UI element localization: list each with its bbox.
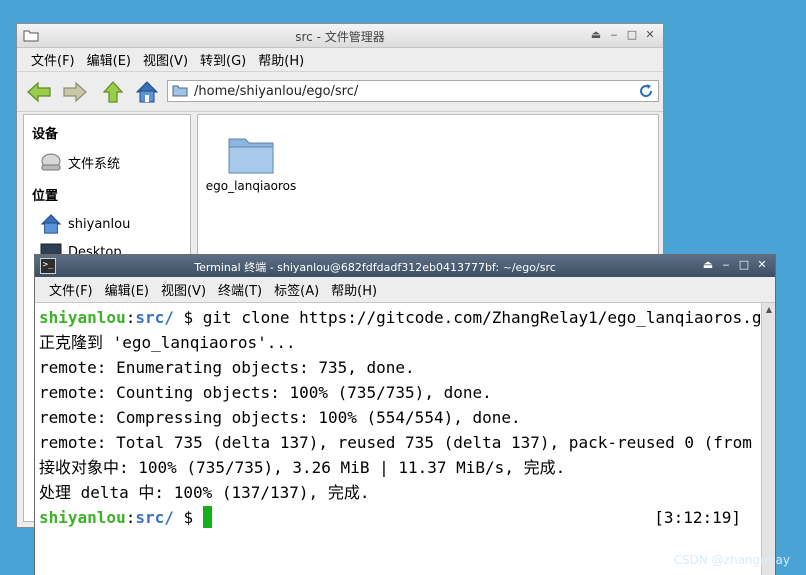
prompt-user: shiyanlou (39, 508, 126, 527)
prompt-separator: : (125, 508, 136, 527)
prompt-clock: [3:12:19] (654, 508, 741, 527)
command-text: git clone https://gitcode.com/ZhangRelay… (202, 308, 761, 327)
menu-help[interactable]: 帮助(H) (252, 50, 310, 69)
menu-terminal[interactable]: 终端(T) (212, 280, 268, 299)
prompt-user: shiyanlou (39, 308, 126, 327)
close-button[interactable]: ✕ (643, 27, 657, 43)
minimize-button[interactable]: ‒ (607, 27, 621, 43)
home-icon (40, 214, 62, 234)
maximize-button[interactable]: □ (737, 257, 751, 273)
forward-button[interactable] (61, 78, 89, 106)
address-path[interactable]: /home/shiyanlou/ego/src/ (194, 84, 358, 99)
menu-file[interactable]: 文件(F) (43, 280, 99, 299)
folder-icon (172, 85, 188, 97)
file-item[interactable]: ego_lanqiaoros (206, 133, 296, 193)
scroll-up-icon[interactable]: ▲ (762, 303, 776, 317)
terminal-cursor (202, 506, 212, 528)
up-arrow-icon (102, 81, 124, 103)
prompt-separator: : (125, 308, 136, 327)
file-item-label: ego_lanqiaoros (205, 179, 297, 193)
sidebar-heading-devices: 设备 (32, 127, 59, 142)
menu-view[interactable]: 视图(V) (155, 280, 212, 299)
folder-icon (228, 138, 274, 174)
current-prompt-line: shiyanlou:src/ $ [3:12:19] (39, 505, 757, 530)
maximize-button[interactable]: □ (625, 27, 639, 43)
sidebar-item-label: shiyanlou (68, 216, 131, 232)
home-button[interactable] (133, 78, 161, 106)
menu-file[interactable]: 文件(F) (25, 50, 81, 69)
output-line: remote: Total 735 (delta 137), reused 73… (39, 433, 761, 452)
sidebar-heading-places: 位置 (32, 189, 59, 204)
terminal-window-title: Terminal 终端 - shiyanlou@682fdfdadf312eb0… (194, 261, 556, 274)
watermark: CSDN @zhangrelay (673, 553, 790, 567)
output-line: remote: Enumerating objects: 735, done. (39, 358, 415, 377)
output-line: 接收对象中: 100% (735/735), 3.26 MiB | 11.37 … (39, 458, 566, 477)
fm-menubar: 文件(F) 编辑(E) 视图(V) 转到(G) 帮助(H) (17, 48, 663, 72)
minimize-button[interactable]: ‒ (719, 257, 733, 273)
back-arrow-icon (27, 81, 51, 103)
drive-icon (41, 153, 61, 171)
sidebar-item-filesystem[interactable]: 文件系统 (40, 149, 120, 175)
up-button[interactable] (99, 78, 127, 106)
output-line: 正克隆到 'ego_lanqiaoros'... (39, 333, 296, 352)
home-icon (135, 81, 159, 103)
forward-arrow-icon (63, 81, 87, 103)
prompt-path: src/ (135, 508, 174, 527)
output-line: remote: Compressing objects: 100% (554/5… (39, 408, 521, 427)
back-button[interactable] (25, 78, 53, 106)
fm-window-title: src - 文件管理器 (295, 30, 385, 44)
prompt-end: $ (173, 308, 203, 327)
menu-go[interactable]: 转到(G) (194, 50, 252, 69)
prompt-end: $ (173, 508, 203, 527)
sidebar-item-label: 文件系统 (68, 156, 121, 172)
fm-titlebar[interactable]: src - 文件管理器 ⏏ ‒ □ ✕ (17, 24, 663, 48)
command-line: shiyanlou:src/ $ git clone https://gitco… (39, 305, 761, 330)
menu-help[interactable]: 帮助(H) (325, 280, 383, 299)
output-line: remote: Counting objects: 100% (735/735)… (39, 383, 492, 402)
terminal-screen[interactable]: shiyanlou:src/ $ git clone https://gitco… (35, 303, 761, 575)
close-button[interactable]: ✕ (755, 257, 769, 273)
menu-tabs[interactable]: 标签(A) (268, 280, 325, 299)
reload-icon[interactable] (638, 83, 654, 99)
address-bar[interactable]: /home/shiyanlou/ego/src/ (167, 80, 659, 102)
output-line: 处理 delta 中: 100% (137/137), 完成. (39, 483, 370, 502)
sidebar-item-home[interactable]: shiyanlou (40, 211, 130, 237)
menu-edit[interactable]: 编辑(E) (81, 50, 137, 69)
prompt-path: src/ (135, 308, 174, 327)
fm-toolbar: /home/shiyanlou/ego/src/ (17, 72, 663, 112)
terminal-titlebar[interactable]: >_ Terminal 终端 - shiyanlou@682fdfdadf312… (35, 255, 775, 277)
shade-icon[interactable]: ⏏ (589, 27, 603, 43)
terminal-scrollbar[interactable]: ▲ (761, 303, 775, 575)
menu-view[interactable]: 视图(V) (137, 50, 194, 69)
terminal-menubar: 文件(F) 编辑(E) 视图(V) 终端(T) 标签(A) 帮助(H) (35, 277, 775, 303)
shade-icon[interactable]: ⏏ (701, 257, 715, 273)
terminal-window: >_ Terminal 终端 - shiyanlou@682fdfdadf312… (34, 254, 776, 575)
menu-edit[interactable]: 编辑(E) (99, 280, 155, 299)
